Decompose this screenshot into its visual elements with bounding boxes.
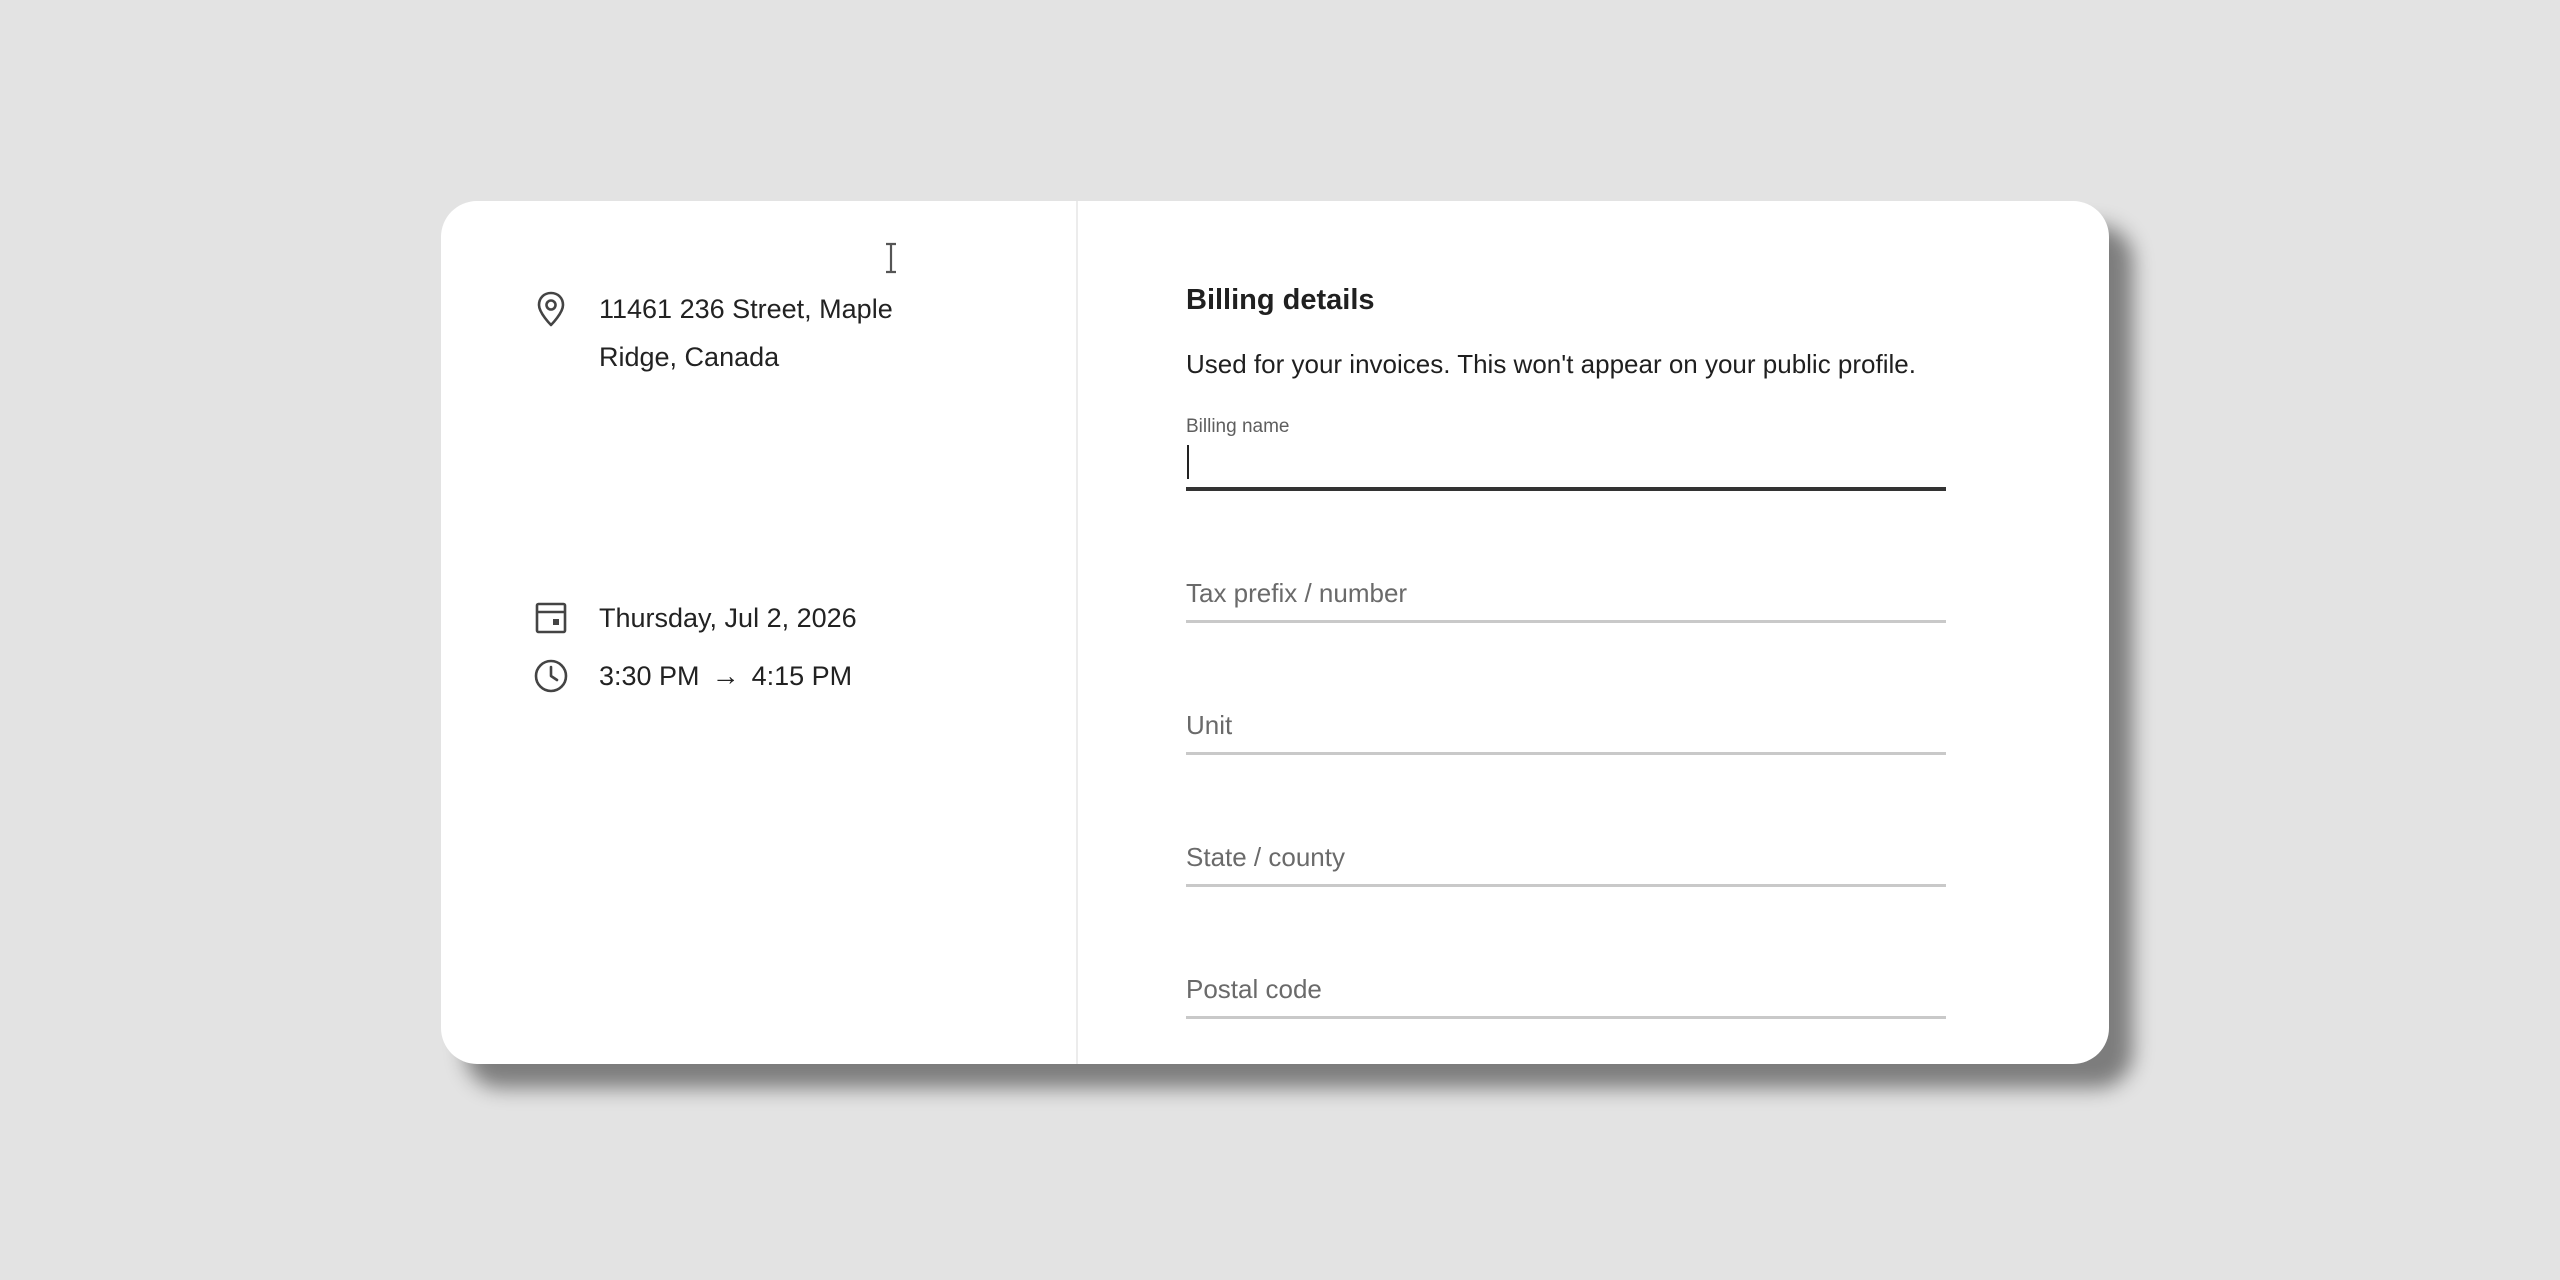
billing-name-underline [1186,487,1946,491]
state-field[interactable] [1186,831,1946,887]
billing-card: 11461 236 Street, Maple Ridge, Canada Th… [441,201,2109,1064]
unit-underline [1186,752,1946,755]
event-address: 11461 236 Street, Maple Ridge, Canada [599,294,893,372]
text-caret [1187,445,1189,479]
postal-code-underline [1186,1016,1946,1019]
billing-title: Billing details [1186,284,1375,316]
clock-icon [531,656,571,696]
unit-field[interactable] [1186,699,1946,755]
event-summary-pane: 11461 236 Street, Maple Ridge, Canada Th… [441,201,1078,1064]
address-row: 11461 236 Street, Maple Ridge, Canada [531,289,939,381]
arrow-right-icon: → [711,660,740,691]
billing-form: Billing details Used for your invoices. … [1186,201,1946,1064]
state-underline [1186,884,1946,887]
unit-input[interactable] [1186,699,1946,751]
event-time: 3:30 PM → 4:15 PM [599,652,852,700]
date-row: Thursday, Jul 2, 2026 [531,598,857,642]
time-start: 3:30 PM [599,661,700,691]
postal-code-field[interactable] [1186,963,1946,1019]
tax-number-field[interactable] [1186,567,1946,623]
location-pin-icon [531,289,571,329]
time-row: 3:30 PM → 4:15 PM [531,656,852,700]
billing-name-field[interactable] [1186,435,1946,491]
state-input[interactable] [1186,831,1946,883]
text-cursor-icon [886,242,896,274]
event-date: Thursday, Jul 2, 2026 [599,603,857,633]
tax-number-input[interactable] [1186,567,1946,619]
time-end: 4:15 PM [751,661,853,691]
billing-name-input[interactable] [1186,435,1946,487]
billing-description: Used for your invoices. This won't appea… [1186,349,1916,379]
tax-number-underline [1186,620,1946,623]
calendar-icon [531,598,571,638]
postal-code-input[interactable] [1186,963,1946,1015]
